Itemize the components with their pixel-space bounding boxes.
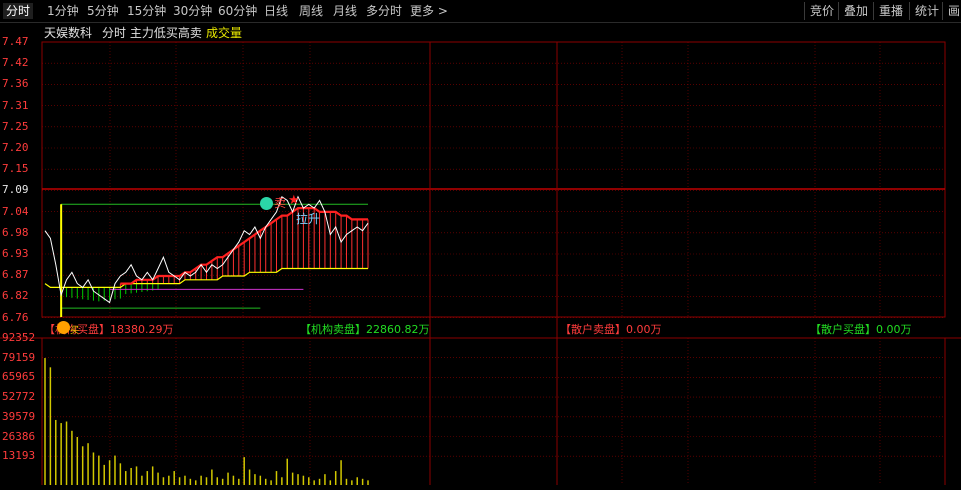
volume-bars: [44, 358, 369, 485]
price-tick-label: 7.36: [2, 77, 29, 91]
price-tick-label: 6.93: [2, 247, 29, 260]
price-tick-label: 6.76: [2, 310, 29, 324]
retail-buy-legend: 【散户买盘】0.00万: [810, 323, 912, 336]
retail-sell-legend: 【散户卖盘】0.00万: [560, 323, 662, 336]
price-tick-label: 7.04: [2, 204, 29, 218]
price-tick-label: 7.20: [2, 141, 29, 154]
green-bars: [60, 283, 159, 302]
volume-tick-label: 39579: [2, 409, 36, 423]
timeshare-chart[interactable]: [0, 0, 961, 490]
volume-tick-label: 26386: [2, 429, 36, 443]
chart-grid: [0, 41, 961, 485]
star-icon: ★: [288, 193, 300, 208]
price-tick-label: 7.25: [2, 119, 29, 133]
price-tick-label: 7.15: [2, 162, 29, 176]
sell-signal-icon: [260, 197, 273, 210]
volume-tick-label: 79159: [2, 350, 36, 364]
lift-marker: 拉升: [296, 212, 321, 226]
price-tick-label: 7.42: [2, 56, 29, 70]
price-tick-label: 7.47: [2, 35, 29, 48]
price-tick-label: 6.82: [2, 289, 29, 303]
price-tick-label: 7.09: [2, 183, 29, 197]
buy-signal-icon: [57, 321, 70, 334]
price-tick-label: 6.98: [2, 225, 29, 239]
inst-sell-legend: 【机构卖盘】22860.82万: [300, 323, 430, 336]
volume-tick-label: 52772: [2, 390, 36, 404]
volume-tick-label: 65965: [2, 370, 36, 384]
price-tick-label: 7.31: [2, 98, 29, 112]
volume-tick-label: 92352: [2, 331, 36, 344]
price-tick-label: 6.87: [2, 268, 29, 282]
volume-tick-label: 13193: [2, 449, 36, 463]
buy-marker: 买: [70, 326, 80, 336]
sell-marker: 卖: [274, 196, 287, 210]
